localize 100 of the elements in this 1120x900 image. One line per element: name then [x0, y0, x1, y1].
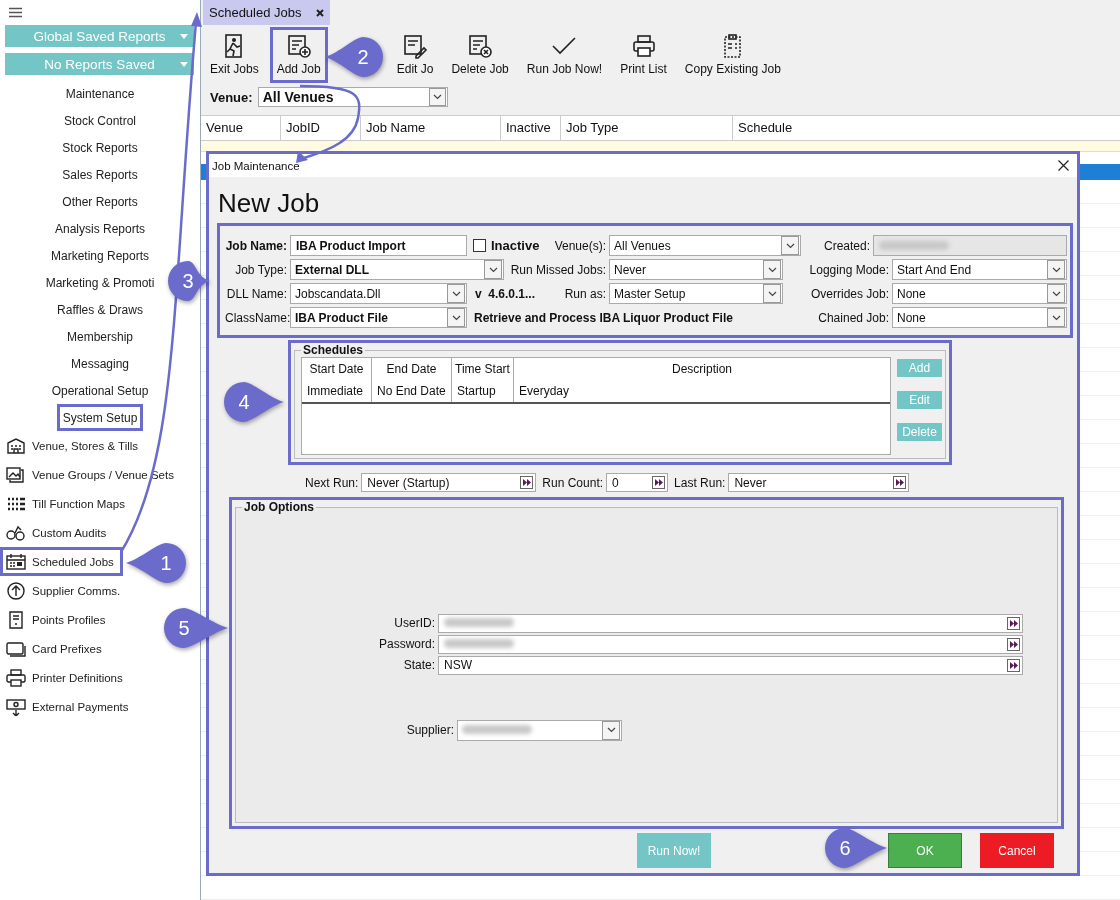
column-header[interactable]: JobID: [281, 116, 361, 140]
toolbar-button[interactable]: Delete Job: [444, 26, 516, 84]
sidebar-item[interactable]: Stock Reports: [56, 134, 144, 161]
lookup-button[interactable]: [1007, 658, 1020, 672]
job-type-dropdown[interactable]: External DLL: [290, 259, 504, 280]
sidebar-item[interactable]: Scheduled Jobs: [0, 547, 123, 576]
chevron-icon: [767, 290, 777, 297]
chevron-icon: [451, 314, 461, 321]
venue-label: Venue:: [210, 89, 253, 105]
printer-icon: [6, 668, 26, 687]
double-arrow-icon: [1009, 640, 1018, 648]
rings-icon: [6, 523, 26, 542]
column-header[interactable]: Start Date: [302, 358, 372, 380]
cancel-button[interactable]: Cancel: [980, 833, 1054, 868]
close-icon[interactable]: [315, 8, 324, 17]
sidebar-item[interactable]: Till Function Maps: [0, 489, 134, 518]
table-cell-text: Everyday: [518, 383, 571, 400]
receipt-icon: [6, 610, 26, 629]
sidebar-item[interactable]: Venue, Stores & Tills: [0, 431, 148, 460]
column-header[interactable]: Schedule: [733, 116, 1120, 140]
sidebar-item[interactable]: Analysis Reports: [48, 215, 151, 242]
checkbox[interactable]: [473, 239, 486, 252]
field-label: State:: [402, 658, 435, 672]
chevron-icon: [451, 290, 461, 297]
sidebar-item[interactable]: Custom Audits: [0, 518, 116, 547]
redacted-value: [879, 241, 949, 250]
column-header[interactable]: End Date: [372, 358, 452, 380]
sidebar-item[interactable]: Membership: [61, 323, 139, 350]
column-header[interactable]: Job Name: [361, 116, 501, 140]
sidebar-item[interactable]: Venue Groups / Venue Sets: [0, 460, 183, 489]
field-label: Supplier:: [405, 723, 454, 737]
run-info-field[interactable]: 0: [606, 473, 669, 492]
callout-badge: 4: [224, 382, 284, 422]
toolbar-button[interactable]: Run Job Now!: [519, 26, 610, 84]
toolbar-button[interactable]: Edit Jo: [389, 26, 441, 84]
tab[interactable]: Scheduled Jobs: [203, 0, 330, 25]
sidebar-item[interactable]: Marketing Reports: [44, 242, 155, 269]
overrides-job-dropdown[interactable]: None: [892, 283, 1067, 304]
lookup-button[interactable]: [1007, 637, 1020, 651]
sidebar-item[interactable]: Points Profiles: [0, 605, 115, 634]
sidebar-item[interactable]: Raffles & Draws: [51, 296, 149, 323]
field-label: Run Count:: [542, 475, 604, 490]
table-cell: Immediate: [302, 380, 372, 402]
lookup-button[interactable]: [520, 476, 534, 489]
sidebar-item[interactable]: Card Prefixes: [0, 634, 111, 663]
toolbar-button[interactable]: Print List: [613, 26, 674, 84]
field-label: Run as:: [564, 286, 606, 301]
run-missed-jobs-dropdown[interactable]: Never: [609, 259, 783, 280]
card-icon: [6, 639, 26, 658]
redacted-value: [444, 639, 514, 648]
sidebar-item[interactable]: Messaging: [65, 350, 135, 377]
chevron-icon: [1051, 290, 1061, 297]
field-label: Password:: [377, 637, 435, 651]
run-info-field[interactable]: Never (Startup): [361, 473, 537, 492]
job-name-field[interactable]: IBA Product Import: [290, 235, 467, 256]
column-header[interactable]: Inactive: [501, 116, 561, 140]
callout-badge: 2: [325, 37, 383, 77]
run-as-dropdown[interactable]: Master Setup: [609, 283, 783, 304]
class-name-dropdown[interactable]: IBA Product File: [290, 307, 467, 328]
column-header[interactable]: Venue: [201, 116, 281, 140]
filter-row[interactable]: [201, 141, 1120, 152]
field-label: Next Run:: [305, 475, 359, 490]
column-header[interactable]: Time Start: [452, 358, 514, 380]
sidebar-item[interactable]: System Setup: [56, 404, 144, 431]
toolbar-button[interactable]: Exit Jobs: [203, 26, 266, 84]
sidebar-item[interactable]: Sales Reports: [56, 161, 144, 188]
created-field[interactable]: [873, 235, 1067, 256]
lookup-button[interactable]: [893, 476, 907, 489]
callout-badge: 1: [126, 543, 186, 583]
dll-name-dropdown[interactable]: Jobscandata.Dll: [290, 283, 467, 304]
column-header[interactable]: Description: [514, 358, 890, 380]
field-label: UserID:: [393, 616, 435, 630]
option-field[interactable]: [438, 634, 1023, 654]
class-description: Retrieve and Process IBA Liquor Product File: [474, 310, 733, 325]
venue-dropdown[interactable]: All Venues: [609, 235, 801, 256]
sidebar-item[interactable]: External Payments: [0, 692, 138, 721]
banknote-icon: [6, 697, 26, 716]
sidebar-item[interactable]: Printer Definitions: [0, 663, 132, 692]
lookup-button[interactable]: [1007, 616, 1020, 630]
chevron-icon: [1051, 266, 1061, 273]
chained-job-dropdown[interactable]: None: [892, 307, 1067, 328]
venue-dropdown[interactable]: All Venues: [257, 87, 448, 108]
run-info-field[interactable]: Never: [728, 473, 910, 492]
sidebar-item[interactable]: Maintenance: [59, 80, 141, 107]
column-header[interactable]: Job Type: [561, 116, 733, 140]
toolbar-button[interactable]: Add Job: [269, 26, 328, 84]
option-field[interactable]: NSW: [438, 655, 1023, 675]
lookup-button[interactable]: [652, 476, 666, 489]
callout-badge: 3: [168, 261, 210, 301]
document-pencil-icon: [401, 32, 430, 61]
toolbar-button[interactable]: Copy Existing Job: [677, 26, 788, 84]
sidebar-item[interactable]: Marketing & Promoti: [39, 269, 161, 296]
option-field[interactable]: [438, 613, 1023, 633]
sidebar-item[interactable]: Stock Control: [58, 107, 142, 134]
sidebar-item[interactable]: Other Reports: [56, 188, 144, 215]
logging-mode-dropdown[interactable]: Start And End: [892, 259, 1067, 280]
sidebar-item[interactable]: Operational Setup: [45, 377, 155, 404]
supplier-dropdown[interactable]: [457, 719, 622, 741]
menu-icon[interactable]: [9, 7, 22, 18]
close-icon[interactable]: [1058, 160, 1069, 171]
